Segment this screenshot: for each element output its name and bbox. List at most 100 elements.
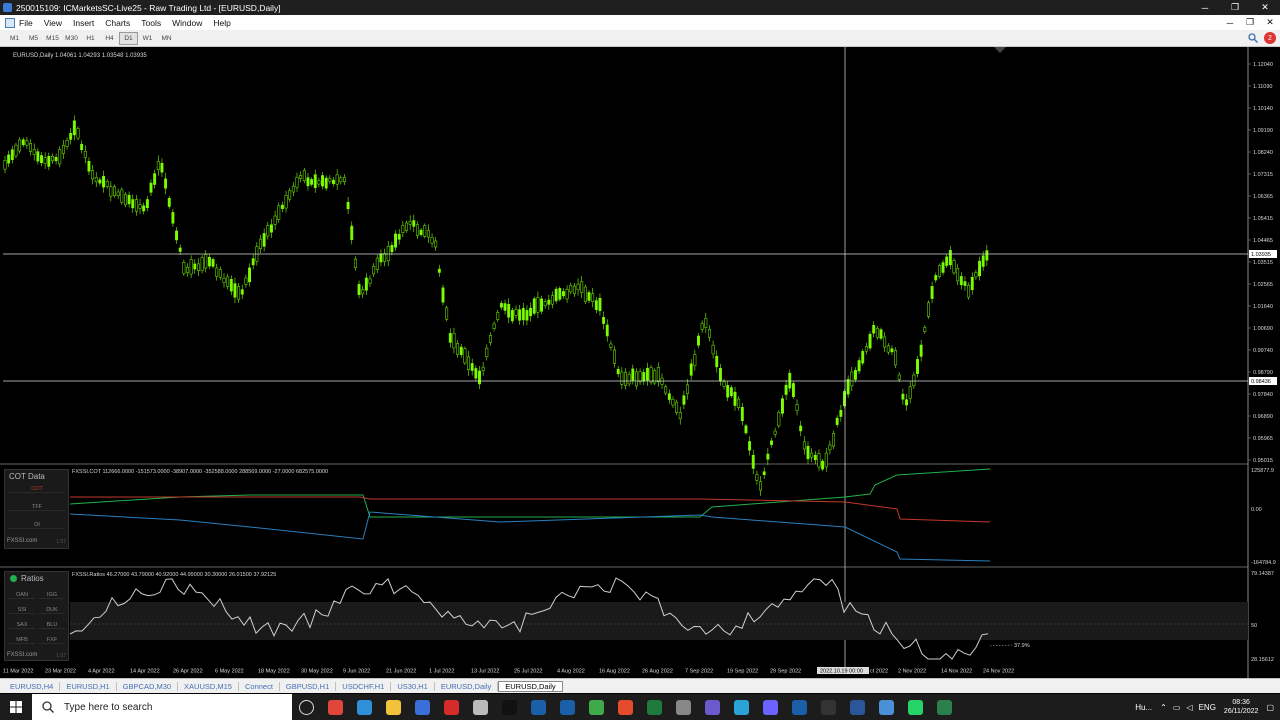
taskbar-search[interactable]: Type here to search	[32, 694, 292, 720]
menu-file[interactable]: File	[19, 18, 33, 28]
chart-tab[interactable]: EURUSD,Daily	[498, 680, 563, 692]
whatsapp-icon[interactable]	[901, 694, 930, 720]
menu-insert[interactable]: Insert	[73, 18, 94, 28]
tf-w1[interactable]: W1	[138, 32, 157, 45]
chart-tab[interactable]: EURUSD,H4	[4, 681, 61, 691]
minimize-button[interactable]: ─	[1190, 0, 1220, 15]
child-restore-button[interactable]: ❐	[1240, 17, 1260, 28]
chart-tab[interactable]: EURUSD,Daily	[435, 681, 499, 691]
cot-button[interactable]: COT	[9, 486, 65, 493]
candle-body	[65, 140, 69, 147]
outlook-icon[interactable]	[785, 694, 814, 720]
tradingview-icon[interactable]	[495, 694, 524, 720]
broker-ssi-button[interactable]: SSI	[9, 607, 35, 614]
notification-badge[interactable]: 2	[1264, 32, 1276, 44]
tf-d1[interactable]: D1	[119, 31, 138, 45]
candle-body	[952, 260, 956, 274]
chart-tab[interactable]: GBPUSD,H1	[280, 681, 337, 691]
excel-icon[interactable]	[640, 694, 669, 720]
candle-body	[967, 284, 971, 298]
office-icon[interactable]	[611, 694, 640, 720]
price-axis: 1.12040 1.11090 1.10140 1.09190 1.08240 1.073…	[1248, 62, 1273, 464]
broker-sax-button[interactable]: SAX	[9, 622, 35, 629]
metatrader-icon-2[interactable]	[553, 694, 582, 720]
taskbar-clock[interactable]: 08:36 26/11/2022	[1224, 698, 1259, 716]
close-button[interactable]: ✕	[1250, 0, 1280, 15]
chart-tab[interactable]: EURUSD,H1	[60, 681, 117, 691]
chrome-icon[interactable]	[321, 694, 350, 720]
chart-area[interactable]: EURUSD,Daily 1.04061 1.04293 1.03548 1.0…	[0, 47, 1280, 678]
price-chart[interactable]: EURUSD,Daily 1.04061 1.04293 1.03548 1.0…	[0, 47, 1280, 678]
date-label: 13 Jul 2022	[471, 669, 499, 675]
oi-button[interactable]: OI	[9, 522, 65, 529]
price-label: 0.97840	[1253, 392, 1273, 398]
child-minimize-button[interactable]: ─	[1220, 18, 1240, 28]
child-close-button[interactable]: ✕	[1260, 17, 1280, 28]
candle-body	[61, 145, 65, 154]
app-icon	[3, 3, 12, 12]
chart-tab[interactable]: GBPCAD,M30	[117, 681, 179, 691]
broker-oan-button[interactable]: OAN	[9, 592, 35, 599]
chart-shift-marker[interactable]	[994, 47, 1006, 53]
volume-icon[interactable]: ◁	[1186, 703, 1192, 712]
chart-tab[interactable]: XAUUSD,M15	[178, 681, 239, 691]
ratios-last-value: 37.9%	[1014, 643, 1030, 649]
mail-icon[interactable]	[408, 694, 437, 720]
menu-window[interactable]: Window	[172, 18, 202, 28]
chart-tab[interactable]: Connect	[239, 681, 280, 691]
search-icon[interactable]	[1248, 33, 1258, 43]
network-icon[interactable]: ▭	[1173, 703, 1181, 712]
notifications-icon[interactable]: ▢	[1266, 703, 1274, 712]
file-explorer-icon[interactable]	[379, 694, 408, 720]
paint-icon[interactable]	[698, 694, 727, 720]
candle-body	[277, 205, 281, 220]
broker-blu-button[interactable]: BLU	[39, 622, 65, 629]
tray-label[interactable]: Hu...	[1135, 703, 1152, 712]
tf-m30[interactable]: M30	[62, 32, 81, 45]
tray-chevron-icon[interactable]: ⌃	[1160, 703, 1167, 712]
tf-m5[interactable]: M5	[24, 32, 43, 45]
mt4-icon[interactable]	[930, 694, 959, 720]
candle-body	[408, 221, 412, 225]
task-view-icon[interactable]	[292, 694, 321, 720]
tf-m15[interactable]: M15	[43, 32, 62, 45]
language-indicator[interactable]: ENG	[1199, 703, 1216, 712]
menu-charts[interactable]: Charts	[105, 18, 130, 28]
windows-start-button[interactable]	[0, 694, 32, 720]
tff-button[interactable]: TFF	[9, 504, 65, 511]
store-icon[interactable]	[466, 694, 495, 720]
ccleaner-icon[interactable]	[582, 694, 611, 720]
opera-icon[interactable]	[437, 694, 466, 720]
chart-tab[interactable]: USDCHF,H1	[336, 681, 392, 691]
edge-icon[interactable]	[350, 694, 379, 720]
candle-body	[759, 481, 762, 491]
menu-help[interactable]: Help	[213, 18, 230, 28]
candle-body	[189, 259, 193, 275]
menu-view[interactable]: View	[44, 18, 62, 28]
broker-duk-button[interactable]: DUK	[39, 607, 65, 614]
price-label: 0.95015	[1253, 458, 1273, 464]
broker-fxf-button[interactable]: FXF	[39, 637, 65, 644]
candle-body	[204, 254, 208, 269]
tf-h4[interactable]: H4	[100, 32, 119, 45]
chart-tab[interactable]: US30,H1	[391, 681, 435, 691]
broker-mfb-button[interactable]: MFB	[9, 637, 35, 644]
broker-igg-button[interactable]: IGG	[39, 592, 65, 599]
telegram-icon[interactable]	[727, 694, 756, 720]
menu-tools[interactable]: Tools	[141, 18, 161, 28]
tf-mn[interactable]: MN	[157, 32, 176, 45]
obs-icon[interactable]	[814, 694, 843, 720]
calculator-icon[interactable]	[669, 694, 698, 720]
metatrader-icon[interactable]	[524, 694, 553, 720]
kite-icon[interactable]	[872, 694, 901, 720]
restore-button[interactable]: ❐	[1220, 0, 1250, 15]
candle-body	[521, 308, 525, 321]
candle-body	[729, 387, 733, 396]
word-icon[interactable]	[843, 694, 872, 720]
chart-window-icon[interactable]	[5, 17, 15, 28]
candle-body	[437, 268, 441, 273]
tf-m1[interactable]: M1	[5, 32, 24, 45]
discord-icon[interactable]	[756, 694, 785, 720]
tf-h1[interactable]: H1	[81, 32, 100, 45]
candle-body	[985, 250, 989, 261]
